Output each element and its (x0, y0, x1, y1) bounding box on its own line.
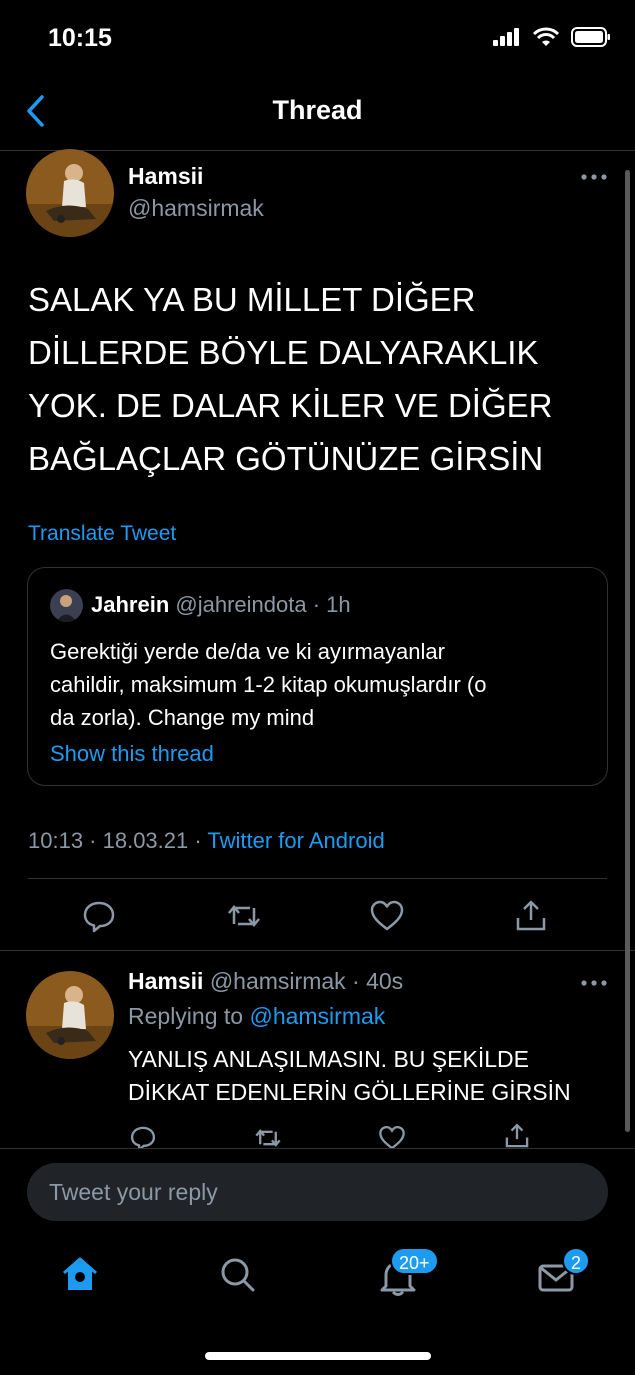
signal-icon (493, 28, 519, 46)
author-name[interactable]: Hamsii (128, 163, 203, 190)
wifi-icon (533, 27, 559, 46)
share-icon[interactable] (513, 898, 549, 934)
show-thread-link[interactable]: Show this thread (50, 741, 214, 767)
reply-line: DİKKAT EDENLERİN GÖLLERİNE GİRSİN (128, 1079, 571, 1105)
quote-author-name: Jahrein (91, 592, 170, 617)
status-icons (493, 27, 611, 47)
replying-prefix: Replying to (128, 1003, 244, 1029)
nav-divider (0, 150, 635, 151)
tweet-source-link[interactable]: Twitter for Android (207, 828, 384, 853)
reply-icon[interactable] (81, 898, 117, 934)
reply-line: YANLIŞ ANLAŞILMASIN. BU ŞEKİLDE (128, 1046, 529, 1072)
avatar[interactable] (26, 149, 114, 237)
quoted-tweet[interactable]: Jahrein @jahreindota · 1h Gerektiği yerd… (27, 567, 608, 786)
search-icon[interactable] (218, 1255, 258, 1295)
quote-line: Gerektiği yerde de/da ve ki ayırmayanlar (50, 639, 445, 664)
reply-more-icon[interactable] (580, 978, 608, 988)
tweet-line: DİLLERDE BÖYLE DALYARAKLIK (28, 334, 539, 371)
reply-composer[interactable] (27, 1163, 608, 1221)
reply-handle-time: @hamsirmak · 40s (209, 968, 404, 994)
quote-handle-time: @jahreindota · 1h (175, 592, 351, 617)
replying-to: Replying to @hamsirmak (128, 1003, 385, 1030)
tweet-text: SALAK YA BU MİLLET DİĞER DİLLERDE BÖYLE … (28, 273, 608, 485)
home-icon[interactable] (60, 1255, 100, 1295)
reply-author-name[interactable]: Hamsii (128, 968, 203, 994)
retweet-icon[interactable] (226, 898, 262, 934)
reply-share-icon[interactable] (503, 1122, 531, 1148)
reply-text: YANLIŞ ANLAŞILMASIN. BU ŞEKİLDE DİKKAT E… (128, 1043, 608, 1109)
reply-avatar-photo (26, 971, 114, 1059)
status-time: 10:15 (48, 24, 112, 52)
meta-divider (28, 878, 607, 879)
tweet-meta: 10:13 · 18.03.21 · Twitter for Android (28, 828, 385, 854)
tweet-timestamp: 10:13 · 18.03.21 · (28, 828, 202, 853)
quote-text: Gerektiği yerde de/da ve ki ayırmayanlar… (50, 635, 590, 734)
reply-actions (0, 1120, 635, 1148)
like-icon[interactable] (369, 898, 405, 934)
reply-retweet-icon[interactable] (254, 1124, 282, 1148)
notifications-badge: 20+ (390, 1247, 439, 1275)
author-handle[interactable]: @hamsirmak (128, 195, 264, 222)
reply-avatar[interactable] (26, 971, 114, 1059)
reply-reply-icon[interactable] (129, 1124, 157, 1148)
avatar-photo (26, 149, 114, 237)
messages-badge: 2 (562, 1247, 591, 1275)
nav-title: Thread (272, 95, 363, 125)
tweet-line: SALAK YA BU MİLLET DİĞER (28, 281, 476, 318)
reply-header: Hamsii @hamsirmak · 40s (128, 968, 403, 995)
reply-like-icon[interactable] (378, 1124, 406, 1148)
translate-tweet-link[interactable]: Translate Tweet (28, 522, 176, 546)
more-icon[interactable] (580, 172, 608, 182)
tweet-line: BAĞLAÇLAR GÖTÜNÜZE GİRSİN (28, 440, 544, 477)
actions-divider (0, 950, 635, 951)
replying-to-link[interactable]: @hamsirmak (249, 1003, 385, 1029)
home-indicator[interactable] (205, 1352, 431, 1360)
quote-header: Jahrein @jahreindota · 1h (91, 592, 351, 618)
compose-divider (0, 1148, 635, 1149)
quote-line: da zorla). Change my mind (50, 705, 315, 730)
scrollbar[interactable] (625, 170, 630, 1132)
quote-line: cahildir, maksimum 1-2 kitap okumuşlardı… (50, 672, 487, 697)
reply-input[interactable] (49, 1163, 589, 1221)
quote-avatar (50, 589, 83, 622)
battery-icon (571, 27, 610, 47)
tweet-line: YOK. DE DALAR KİLER VE DİĞER (28, 387, 553, 424)
